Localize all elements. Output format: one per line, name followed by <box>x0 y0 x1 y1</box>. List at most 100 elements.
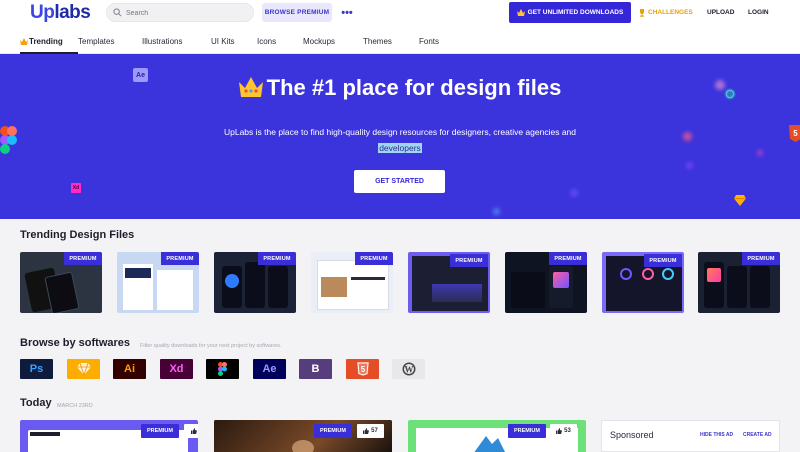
figma-icon <box>218 362 227 376</box>
search-icon <box>113 8 122 17</box>
trending-card[interactable]: PREMIUM <box>505 252 587 313</box>
wordpress-icon: W <box>402 362 415 376</box>
phone-mockup <box>268 266 288 308</box>
premium-badge: PREMIUM <box>450 254 488 267</box>
svg-text:5: 5 <box>793 129 798 138</box>
search-box[interactable] <box>106 3 254 22</box>
category-nav: Trending Templates Illustrations UI Kits… <box>20 30 459 54</box>
nav-tab-templates[interactable]: Templates <box>78 30 142 52</box>
thumbs-up-icon <box>556 428 563 434</box>
trending-card[interactable]: PREMIUM <box>311 252 393 313</box>
premium-badge: PREMIUM <box>258 252 296 265</box>
html5-icon: 5 <box>356 362 369 376</box>
hide-ad-link[interactable]: HIDE THIS AD <box>700 432 733 438</box>
today-card[interactable]: PREMIUM 57 <box>214 420 392 452</box>
laptop-mockup <box>511 272 545 308</box>
web-mockup <box>157 270 193 310</box>
get-unlimited-downloads-button[interactable]: GET UNLIMITED DOWNLOADS <box>509 2 631 23</box>
nav-tab-mockups[interactable]: Mockups <box>303 30 363 52</box>
phone-mockup <box>727 266 747 308</box>
dashboard-ring <box>662 268 674 280</box>
hero-title: The #1 place for design files <box>0 75 800 101</box>
like-count[interactable]: 57 <box>357 424 384 438</box>
premium-badge: PREMIUM <box>141 424 179 438</box>
xd-icon: Xd <box>169 363 184 375</box>
softwares-section-subtitle: Filter quality downloads for your next p… <box>140 343 282 349</box>
trending-card[interactable]: PREMIUM <box>698 252 780 313</box>
phone-mockup <box>44 271 80 313</box>
like-count[interactable]: 53 <box>550 424 577 438</box>
sketch-diamond-icon <box>734 195 746 206</box>
nav-tab-themes[interactable]: Themes <box>363 30 419 52</box>
aftereffects-icon: Ae <box>262 363 277 375</box>
html5-icon: 5 <box>789 125 800 142</box>
nav-tab-fonts[interactable]: Fonts <box>419 30 459 52</box>
thumbs-up-icon <box>190 428 197 434</box>
search-input[interactable] <box>126 6 246 20</box>
premium-badge: PREMIUM <box>742 252 780 265</box>
bootstrap-icon: B <box>311 363 320 375</box>
challenges-link[interactable]: CHALLENGES <box>638 2 693 23</box>
challenges-label: CHALLENGES <box>648 9 693 16</box>
premium-badge: PREMIUM <box>161 252 199 265</box>
trending-card[interactable]: PREMIUM <box>602 252 684 313</box>
upload-link[interactable]: UPLOAD <box>707 2 734 23</box>
create-ad-link[interactable]: CREATE AD <box>743 432 772 438</box>
hero-subtitle-text: UpLabs is the place to find high-quality… <box>223 127 576 137</box>
premium-badge: PREMIUM <box>64 252 102 265</box>
trophy-icon <box>640 8 644 17</box>
uplabs-logo[interactable]: Uplabs <box>30 2 91 24</box>
trending-card[interactable]: PREMIUM <box>20 252 102 313</box>
software-xd[interactable]: Xd <box>160 359 193 379</box>
software-figma[interactable] <box>206 359 239 379</box>
software-bootstrap[interactable]: B <box>299 359 332 379</box>
phone-mockup <box>750 266 770 308</box>
svg-text:5: 5 <box>360 365 365 374</box>
nav-tab-trending[interactable]: Trending <box>20 30 78 54</box>
nav-tab-icons[interactable]: Icons <box>257 30 303 52</box>
login-link[interactable]: LOGIN <box>748 2 769 23</box>
trending-card[interactable]: PREMIUM <box>117 252 199 313</box>
premium-badge: PREMIUM <box>508 424 546 438</box>
software-sketch[interactable] <box>67 359 100 379</box>
trending-card[interactable]: PREMIUM <box>214 252 296 313</box>
today-card[interactable]: PREMIUM 70 <box>20 420 198 452</box>
phone-accent <box>225 274 239 288</box>
photo-highlight <box>292 440 314 452</box>
decorative-dot <box>683 132 692 141</box>
today-card[interactable]: PREMIUM 53 <box>408 420 586 452</box>
more-menu-icon[interactable]: ••• <box>340 3 354 22</box>
trending-card[interactable]: PREMIUM <box>408 252 490 313</box>
svg-text:W: W <box>404 365 413 375</box>
like-count[interactable]: 70 <box>184 424 198 438</box>
software-aftereffects[interactable]: Ae <box>253 359 286 379</box>
dashboard-chart <box>432 284 482 302</box>
decorative-dot <box>686 162 693 169</box>
like-count-value: 53 <box>564 428 571 434</box>
browse-premium-button[interactable]: BROWSE PREMIUM <box>262 3 332 22</box>
decorative-dot <box>570 189 578 197</box>
software-wordpress[interactable]: W <box>392 359 425 379</box>
get-started-button[interactable]: GET STARTED <box>354 170 445 193</box>
nav-tab-illustrations[interactable]: Illustrations <box>142 30 211 52</box>
dashboard-ring <box>620 268 632 280</box>
header: Uplabs BROWSE PREMIUM ••• GET UNLIMITED … <box>0 0 800 54</box>
software-photoshop[interactable]: Ps <box>20 359 53 379</box>
crown-icon <box>20 37 28 45</box>
hero-banner: Ae Xd 5 The #1 place for design files Up… <box>0 54 800 219</box>
sponsored-box: Sponsored HIDE THIS AD CREATE AD <box>601 420 780 452</box>
softwares-section-title: Browse by softwares <box>20 337 131 349</box>
xd-icon: Xd <box>71 183 81 193</box>
dashboard-ring <box>642 268 654 280</box>
logo-labs-text: labs <box>54 2 91 23</box>
premium-badge: PREMIUM <box>314 424 352 438</box>
software-html5[interactable]: 5 <box>346 359 379 379</box>
sponsored-label: Sponsored <box>610 430 654 440</box>
illustration-shape <box>474 436 505 452</box>
crown-icon <box>516 9 525 16</box>
software-illustrator[interactable]: Ai <box>113 359 146 379</box>
like-count-value: 57 <box>371 428 378 434</box>
photoshop-icon: Ps <box>29 363 44 375</box>
logo-up-text: Up <box>30 2 55 23</box>
nav-tab-ui-kits[interactable]: UI Kits <box>211 30 257 52</box>
